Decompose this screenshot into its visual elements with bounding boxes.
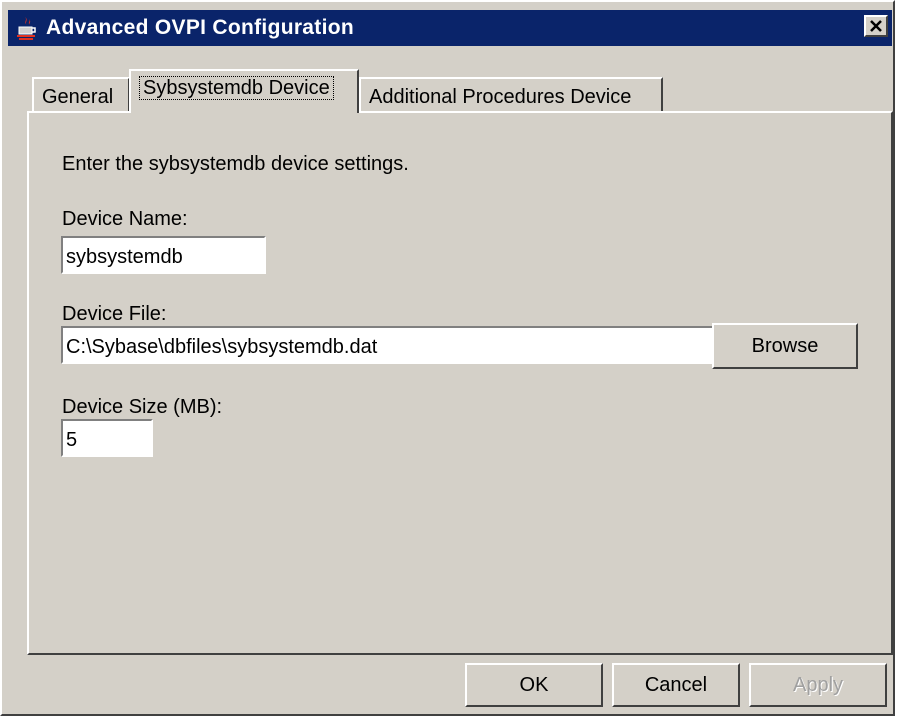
apply-button[interactable]: Apply — [749, 663, 887, 707]
tab-additional-procedures-device-label: Additional Procedures Device — [369, 86, 632, 108]
device-file-field[interactable] — [61, 326, 729, 364]
instructions-text: Enter the sybsystemdb device settings. — [62, 153, 409, 175]
cancel-button[interactable]: Cancel — [612, 663, 740, 707]
tab-additional-procedures-device[interactable]: Additional Procedures Device — [359, 77, 663, 113]
tab-general-label: General — [42, 86, 114, 108]
browse-button[interactable]: Browse — [712, 323, 858, 369]
tab-sybsystemdb-device[interactable]: Sybsystemdb Device — [129, 69, 359, 113]
device-name-field[interactable] — [61, 236, 266, 274]
title-bar[interactable]: Advanced OVPI Configuration — [8, 10, 892, 46]
device-size-label: Device Size (MB): — [62, 396, 223, 418]
close-icon — [870, 20, 882, 32]
ok-button[interactable]: OK — [465, 663, 603, 707]
device-file-label: Device File: — [62, 303, 167, 325]
close-button[interactable] — [864, 15, 888, 37]
tab-general[interactable]: General — [32, 77, 130, 113]
device-name-label: Device Name: — [62, 208, 188, 230]
tab-sybsystemdb-device-label: Sybsystemdb Device — [139, 76, 334, 100]
device-size-field[interactable] — [61, 419, 153, 457]
window-title: Advanced OVPI Configuration — [46, 16, 354, 39]
dialog-window: Advanced OVPI Configuration General Sybs… — [0, 0, 895, 716]
tab-panel: Enter the sybsystemdb device settings. D… — [27, 111, 893, 655]
java-cup-icon — [17, 17, 36, 40]
